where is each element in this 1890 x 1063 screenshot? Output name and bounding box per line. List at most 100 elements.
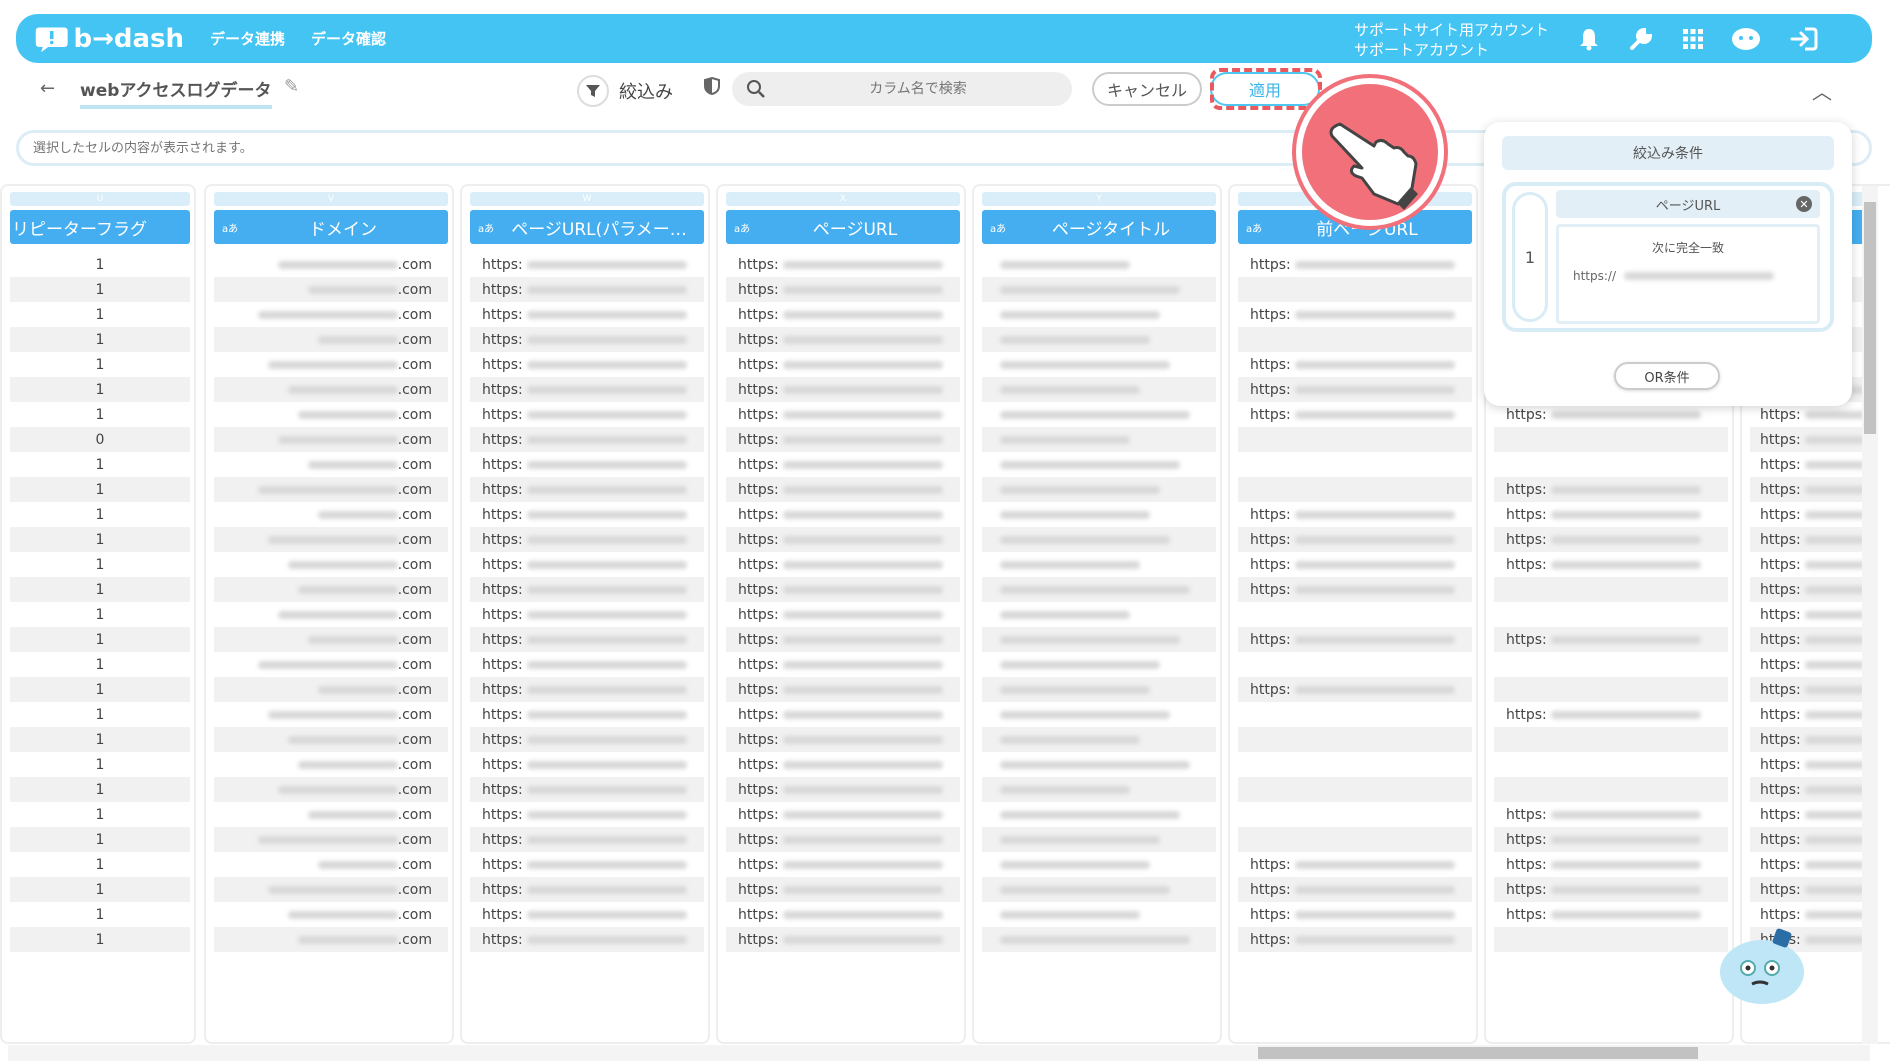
table-cell[interactable]: https: — [726, 352, 960, 377]
table-cell[interactable]: .com — [214, 627, 448, 652]
table-cell[interactable]: 1 — [10, 702, 190, 727]
table-cell[interactable] — [1238, 327, 1472, 352]
table-cell[interactable]: 1 — [10, 477, 190, 502]
table-cell[interactable]: https: — [470, 877, 704, 902]
table-cell[interactable]: https: — [726, 602, 960, 627]
table-cell[interactable] — [982, 602, 1216, 627]
table-cell[interactable] — [1238, 827, 1472, 852]
table-cell[interactable] — [982, 727, 1216, 752]
table-cell[interactable]: https: — [1750, 777, 1870, 802]
table-cell[interactable]: https: — [726, 552, 960, 577]
cancel-button[interactable]: キャンセル — [1092, 72, 1202, 106]
logout-icon[interactable] — [1788, 26, 1820, 52]
table-cell[interactable]: https: — [1494, 627, 1728, 652]
close-icon[interactable]: ✕ — [1796, 196, 1812, 212]
table-cell[interactable] — [1238, 427, 1472, 452]
table-cell[interactable]: 1 — [10, 327, 190, 352]
table-cell[interactable] — [982, 702, 1216, 727]
table-cell[interactable]: 1 — [10, 577, 190, 602]
table-cell[interactable]: https: — [726, 527, 960, 552]
table-cell[interactable]: https: — [470, 852, 704, 877]
table-cell[interactable] — [1238, 652, 1472, 677]
table-cell[interactable]: https: — [1238, 302, 1472, 327]
horizontal-scrollbar[interactable] — [8, 1045, 1870, 1061]
table-cell[interactable]: .com — [214, 252, 448, 277]
table-cell[interactable]: .com — [214, 527, 448, 552]
table-cell[interactable]: https: — [726, 502, 960, 527]
table-cell[interactable]: https: — [726, 452, 960, 477]
table-cell[interactable]: https: — [470, 752, 704, 777]
column-search-input[interactable] — [778, 72, 1058, 106]
nav-data-link[interactable]: データ連携 — [210, 28, 285, 49]
column-header[interactable]: aあ ページURL(パラメー… — [470, 210, 704, 244]
table-cell[interactable]: https: — [726, 377, 960, 402]
table-cell[interactable]: https: — [1494, 502, 1728, 527]
bell-icon[interactable] — [1576, 26, 1602, 52]
table-cell[interactable]: .com — [214, 827, 448, 852]
table-cell[interactable]: .com — [214, 877, 448, 902]
table-cell[interactable]: https: — [470, 577, 704, 602]
back-arrow-icon[interactable]: ← — [40, 78, 55, 99]
table-cell[interactable]: https: — [1494, 552, 1728, 577]
table-cell[interactable] — [982, 277, 1216, 302]
table-cell[interactable] — [1494, 602, 1728, 627]
table-cell[interactable] — [982, 877, 1216, 902]
table-cell[interactable]: https: — [1494, 877, 1728, 902]
table-cell[interactable] — [1238, 802, 1472, 827]
table-cell[interactable] — [982, 852, 1216, 877]
vertical-scroll-thumb[interactable] — [1864, 202, 1876, 434]
table-cell[interactable]: .com — [214, 427, 448, 452]
table-cell[interactable] — [982, 352, 1216, 377]
table-cell[interactable]: .com — [214, 677, 448, 702]
table-cell[interactable]: https: — [470, 702, 704, 727]
table-cell[interactable] — [1238, 277, 1472, 302]
table-cell[interactable]: https: — [1238, 527, 1472, 552]
table-cell[interactable]: 1 — [10, 402, 190, 427]
table-cell[interactable]: https: — [1494, 852, 1728, 877]
table-cell[interactable]: 1 — [10, 877, 190, 902]
table-cell[interactable]: https: — [1494, 702, 1728, 727]
table-cell[interactable]: https: — [726, 577, 960, 602]
table-cell[interactable]: https: — [1494, 827, 1728, 852]
table-cell[interactable]: 1 — [10, 827, 190, 852]
table-cell[interactable]: https: — [470, 777, 704, 802]
table-cell[interactable] — [1238, 477, 1472, 502]
table-cell[interactable]: https: — [470, 327, 704, 352]
table-cell[interactable] — [982, 402, 1216, 427]
table-cell[interactable]: https: — [726, 877, 960, 902]
table-cell[interactable]: https: — [470, 302, 704, 327]
grid-menu-icon[interactable] — [1680, 26, 1706, 52]
table-cell[interactable]: 1 — [10, 902, 190, 927]
table-cell[interactable]: https: — [726, 477, 960, 502]
column-header[interactable]: aあ ドメイン — [214, 210, 448, 244]
table-cell[interactable]: .com — [214, 402, 448, 427]
table-cell[interactable]: https: — [1750, 427, 1870, 452]
table-cell[interactable] — [982, 652, 1216, 677]
table-cell[interactable]: 1 — [10, 552, 190, 577]
table-cell[interactable]: https: — [1750, 527, 1870, 552]
table-cell[interactable]: .com — [214, 352, 448, 377]
table-cell[interactable] — [1494, 777, 1728, 802]
table-cell[interactable]: 1 — [10, 502, 190, 527]
table-cell[interactable]: https: — [726, 752, 960, 777]
table-cell[interactable]: https: — [1494, 902, 1728, 927]
table-cell[interactable]: 1 — [10, 677, 190, 702]
table-cell[interactable]: https: — [1750, 477, 1870, 502]
table-cell[interactable]: 1 — [10, 777, 190, 802]
table-cell[interactable]: https: — [726, 652, 960, 677]
table-cell[interactable]: https: — [470, 627, 704, 652]
table-cell[interactable]: https: — [726, 702, 960, 727]
table-cell[interactable] — [982, 302, 1216, 327]
table-cell[interactable]: https: — [1750, 677, 1870, 702]
table-cell[interactable]: https: — [1238, 252, 1472, 277]
table-cell[interactable]: https: — [470, 527, 704, 552]
table-cell[interactable]: https: — [726, 802, 960, 827]
table-cell[interactable] — [1494, 677, 1728, 702]
table-cell[interactable]: https: — [470, 552, 704, 577]
table-cell[interactable]: https: — [470, 377, 704, 402]
table-cell[interactable] — [982, 777, 1216, 802]
shield-icon[interactable] — [704, 76, 720, 100]
table-cell[interactable]: .com — [214, 852, 448, 877]
table-cell[interactable] — [982, 802, 1216, 827]
table-cell[interactable]: https: — [1238, 402, 1472, 427]
